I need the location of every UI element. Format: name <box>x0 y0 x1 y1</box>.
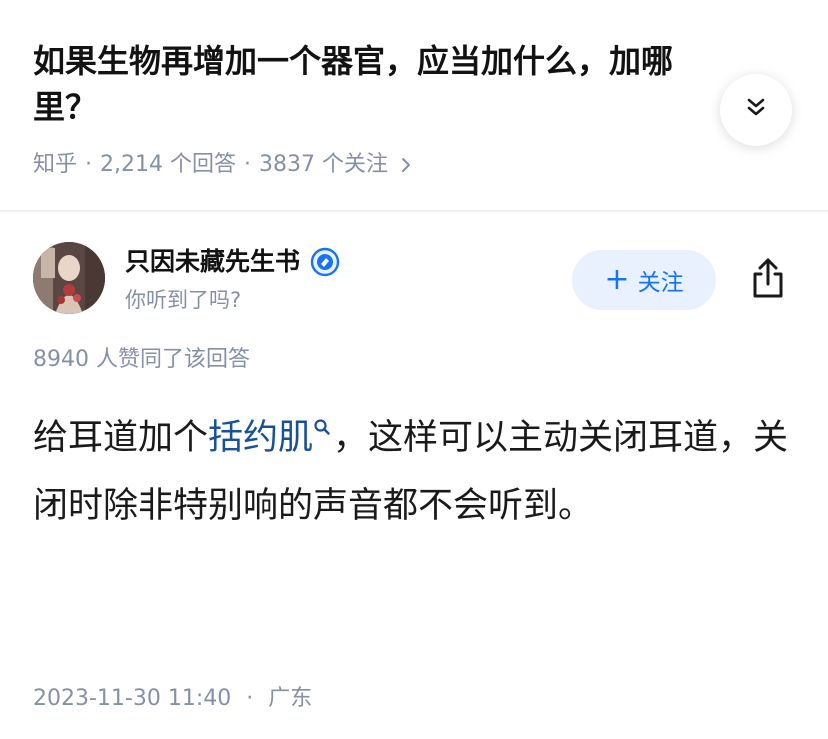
answer-text-before: 给耳道加个 <box>33 418 209 458</box>
verified-badge-icon <box>310 247 340 277</box>
question-title[interactable]: 如果生物再增加一个器官，应当加什么，加哪里？ <box>33 38 733 130</box>
vote-count: 8940 人赞同了该回答 <box>33 347 250 372</box>
answer-count: 2,214 个回答 <box>100 152 236 177</box>
author-bio: 你听到了吗? <box>125 288 242 312</box>
follow-button[interactable]: + 关注 <box>572 250 716 310</box>
share-icon <box>748 256 788 304</box>
chevron-right-icon <box>400 156 412 174</box>
avatar[interactable] <box>33 242 105 314</box>
search-link[interactable]: 括约肌 <box>208 418 313 458</box>
double-chevron-down-icon <box>743 95 769 125</box>
section-divider <box>0 210 828 212</box>
answer-location: 广东 <box>268 686 313 711</box>
share-button[interactable] <box>744 256 792 304</box>
meta-separator: · <box>85 152 93 177</box>
collapse-button[interactable] <box>720 74 792 146</box>
source-label: 知乎 <box>33 152 78 177</box>
search-icon[interactable] <box>313 418 331 436</box>
meta-separator: · <box>244 152 251 177</box>
follow-label: 关注 <box>637 270 684 296</box>
footer-separator: · <box>246 686 254 711</box>
question-meta[interactable]: 知乎 · 2,214 个回答 · 3837 个关注 <box>33 148 412 182</box>
plus-icon: + <box>604 262 630 297</box>
author-name[interactable]: 只因未藏先生书 <box>125 244 340 280</box>
answer-content: 给耳道加个括约肌 ，这样可以主动关闭耳道，关闭时除非特别响的声音都不会听到。 <box>33 404 803 540</box>
answer-date: 2023-11-30 11:40 <box>33 686 232 711</box>
follower-count: 3837 个关注 <box>259 152 388 177</box>
answer-footer: 2023-11-30 11:40 · 广东 <box>33 682 312 716</box>
answer-page: 如果生物再增加一个器官，应当加什么，加哪里？ 知乎 · 2,214 个回答 · … <box>0 0 828 739</box>
author-name-text: 只因未藏先生书 <box>125 247 301 276</box>
